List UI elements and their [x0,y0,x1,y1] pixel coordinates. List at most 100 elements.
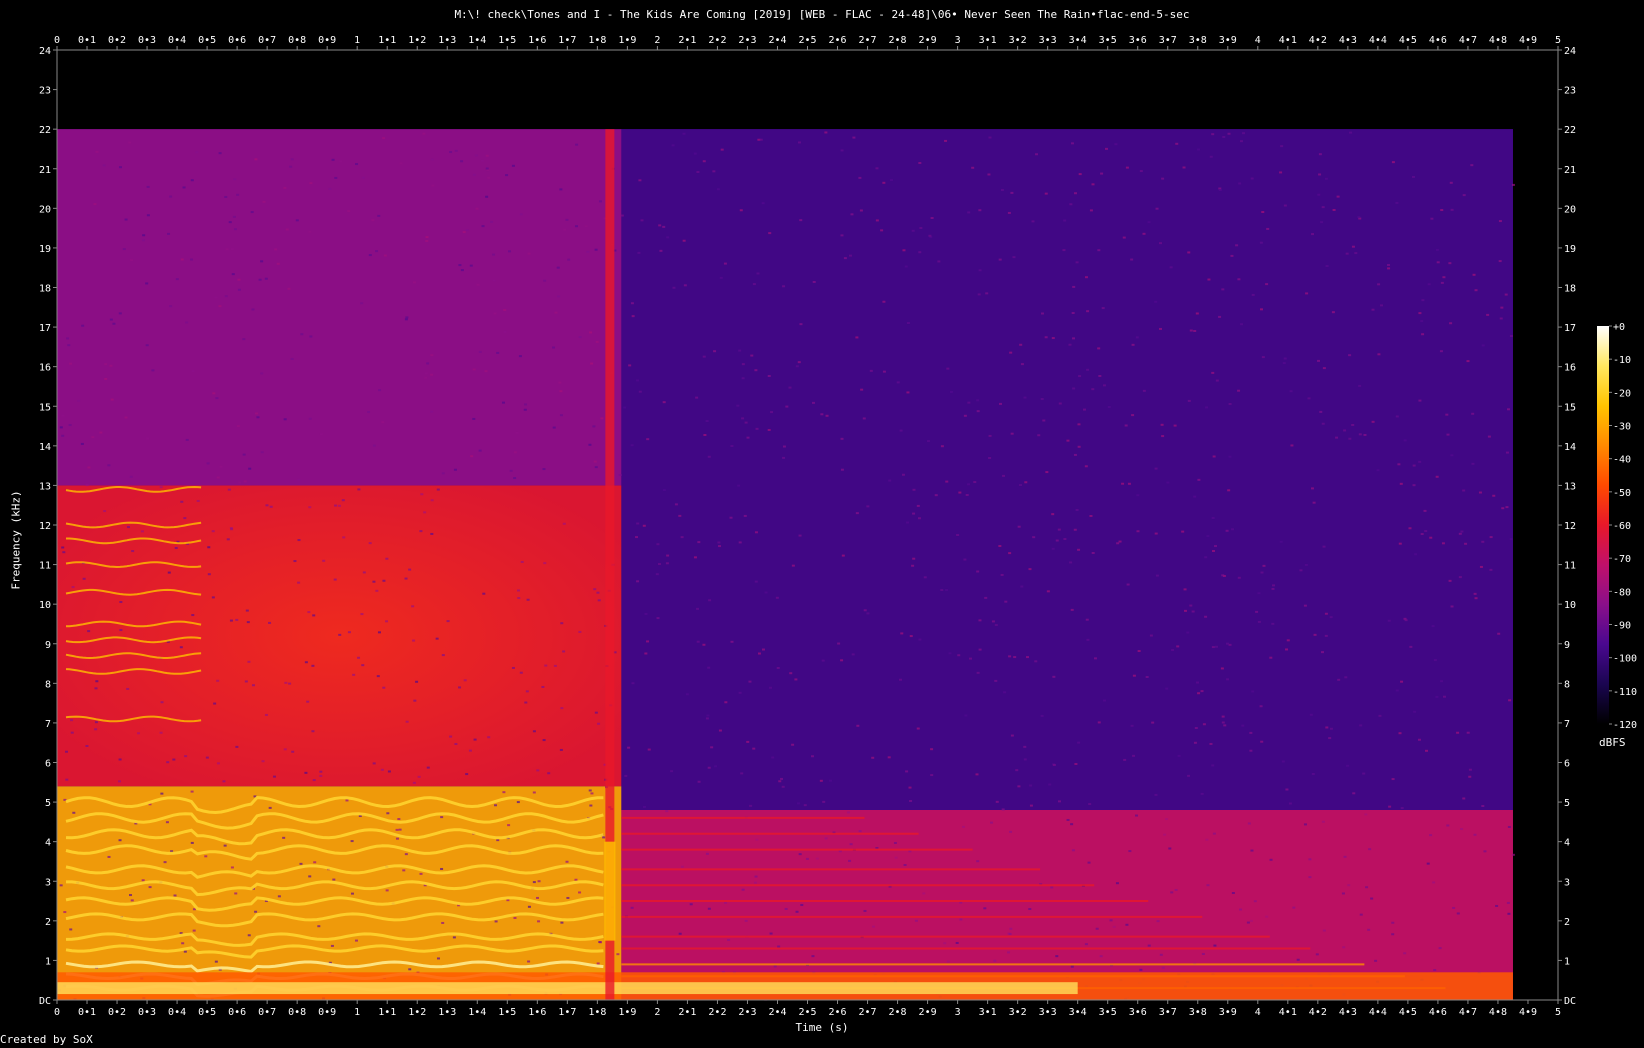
noise-speck [1343,429,1347,432]
x-tick-label: 0•7 [258,1007,276,1018]
noise-speck [419,872,423,875]
noise-speck [908,786,912,789]
noise-speck [825,414,829,417]
noise-speck [1255,610,1259,613]
noise-speck [167,571,171,574]
noise-speck [1194,727,1198,730]
noise-speck [1089,209,1093,212]
noise-speck [1318,153,1322,156]
noise-speck [1325,726,1329,729]
noise-speck [730,640,734,643]
noise-speck [191,370,195,373]
noise-speck [1269,656,1273,659]
noise-speck [386,812,390,815]
noise-speck [988,434,992,437]
noise-speck [532,730,536,733]
noise-speck [527,252,531,255]
colorbar-tick-label: -10 [1613,355,1631,366]
noise-speck [277,895,281,898]
noise-speck [1450,605,1454,608]
noise-speck [299,862,303,865]
noise-speck [260,260,264,263]
noise-speck [1078,375,1082,378]
noise-speck [1084,276,1088,279]
noise-speck [1400,680,1404,683]
noise-speck [1308,858,1312,861]
noise-speck [811,401,815,404]
x-tick-label: 2•6 [828,35,846,46]
noise-speck [1286,639,1290,642]
noise-speck [103,510,107,513]
colorbar-unit: dBFS [1599,736,1626,749]
noise-speck [1107,405,1111,408]
noise-speck [1207,278,1211,281]
noise-speck [542,739,546,742]
x-tick-label: 4•1 [1279,1007,1297,1018]
noise-speck [1348,437,1352,440]
noise-speck [1073,528,1077,531]
x-tick-label: 3•5 [1099,1007,1117,1018]
noise-speck [848,254,852,257]
noise-speck [1124,424,1128,427]
noise-speck [146,185,150,188]
noise-speck [190,258,194,261]
noise-speck [1283,204,1287,207]
noise-speck [124,416,128,419]
colorbar: +0 -10 -20 -30 -40 -50 -60 -70 -80 -90 -100 -110 -12… [1597,322,1637,731]
y-tick-label: 2 [1564,917,1570,928]
x-tick-label: 4•2 [1309,1007,1327,1018]
noise-speck [1197,478,1201,481]
noise-speck [395,828,399,831]
noise-speck [204,855,208,858]
noise-speck [1271,584,1275,587]
noise-speck [1023,396,1027,399]
noise-speck [1008,932,1012,935]
noise-speck [1227,132,1231,135]
noise-speck [978,269,982,272]
noise-speck [87,630,91,633]
noise-speck [478,449,482,452]
credit-text: Created by SoX [0,1033,93,1046]
noise-speck [82,577,86,580]
noise-speck [542,468,546,471]
noise-speck [516,589,520,592]
noise-speck [258,278,262,281]
spectrogram-window: M:\! check\Tones and I - The Kids Are Co… [0,0,1644,1048]
noise-speck [1271,622,1275,625]
noise-speck [1458,532,1462,535]
x-tick-label: 1•5 [498,1007,516,1018]
noise-speck [354,939,358,942]
noise-speck [1321,422,1325,425]
noise-speck [560,622,564,625]
noise-speck [141,239,145,242]
noise-speck [1214,545,1218,548]
noise-speck [1442,276,1446,279]
noise-speck [1155,207,1159,210]
noise-speck [196,499,200,502]
noise-speck [909,799,913,802]
noise-speck [976,410,980,413]
noise-speck [1095,927,1099,930]
noise-speck [183,950,187,953]
noise-speck [1423,509,1427,512]
noise-speck [145,282,149,285]
noise-speck [1462,194,1466,197]
noise-speck [507,824,511,827]
noise-speck [1175,142,1179,145]
noise-speck [778,780,782,783]
noise-speck [863,609,867,612]
noise-speck [1509,538,1513,541]
noise-speck [425,236,429,239]
noise-speck [476,283,480,286]
noise-speck [1103,699,1107,702]
colorbar-tick-label: -20 [1613,388,1631,399]
noise-speck [1337,678,1341,681]
noise-speck [1070,142,1074,145]
noise-speck [250,211,254,214]
noise-speck [225,248,229,251]
x-tick-label: 2•7 [859,35,877,46]
noise-speck [430,499,434,502]
noise-speck [319,770,323,773]
x-tick-label: 1•4 [468,1007,486,1018]
noise-speck [426,362,430,365]
